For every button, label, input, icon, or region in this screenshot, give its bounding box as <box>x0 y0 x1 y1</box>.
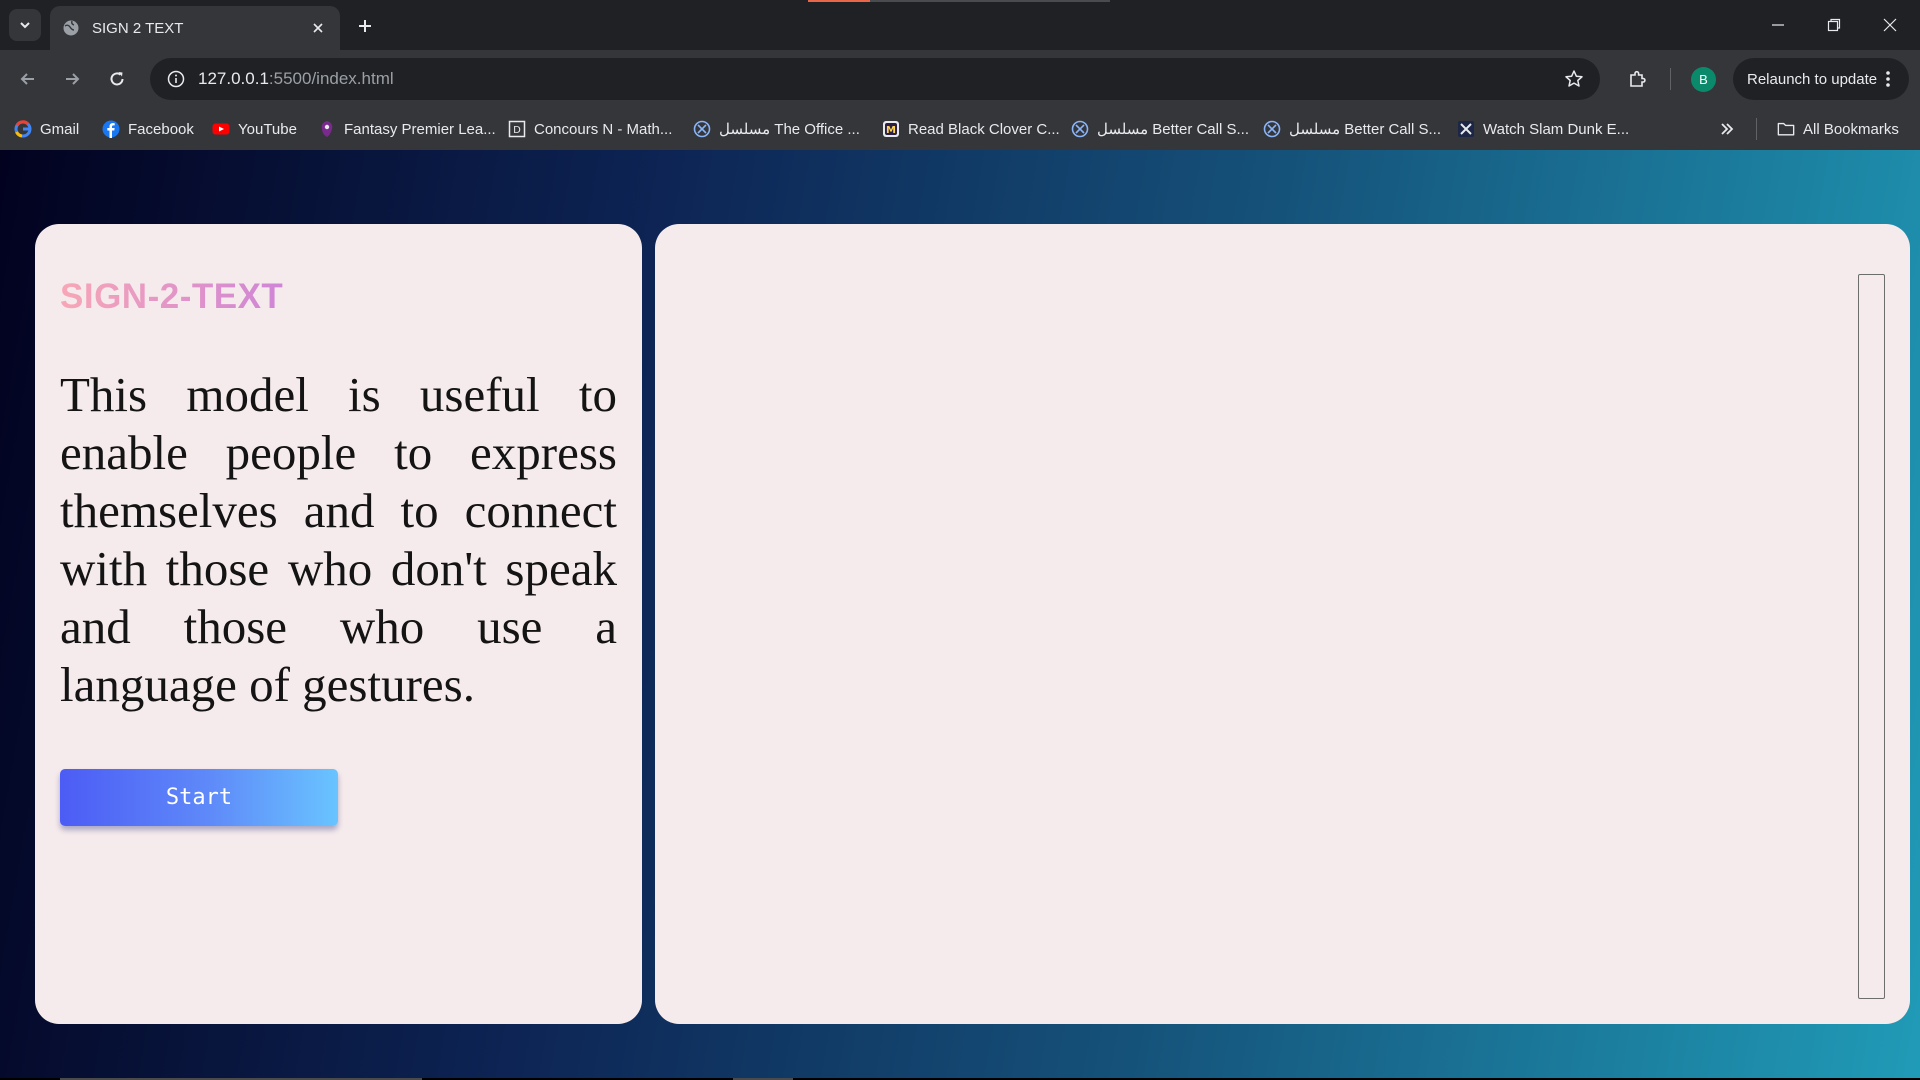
youtube-icon <box>212 120 230 138</box>
bookmark-gmail[interactable]: Gmail <box>14 108 79 150</box>
video-frame <box>1858 274 1885 999</box>
restore-icon <box>1827 18 1841 32</box>
streaming-icon <box>1071 120 1089 138</box>
bookmark-black-clover[interactable]: M Read Black Clover C... <box>882 108 1060 150</box>
bookmark-facebook[interactable]: Facebook <box>102 108 194 150</box>
more-menu-icon[interactable] <box>1879 70 1897 88</box>
extensions-button[interactable] <box>1623 64 1653 94</box>
document-icon: D <box>508 120 526 138</box>
url-path: :5500/index.html <box>268 69 394 88</box>
close-icon[interactable] <box>308 18 328 38</box>
streaming-icon <box>693 120 711 138</box>
bookmark-label: Watch Slam Dunk E... <box>1483 120 1630 138</box>
minimize-icon <box>1772 24 1784 26</box>
url-host: 127.0.0.1 <box>198 69 269 88</box>
google-icon <box>14 120 32 138</box>
bookmark-the-office[interactable]: مسلسل The Office ... <box>693 108 860 150</box>
start-button[interactable]: Start <box>60 769 338 826</box>
bookmark-youtube[interactable]: YouTube <box>212 108 297 150</box>
page-viewport: SIGN-2-TEXT This model is useful to enab… <box>0 150 1920 1080</box>
restore-button[interactable] <box>1806 0 1862 50</box>
bookmark-fantasy-premier-league[interactable]: Fantasy Premier Lea... <box>318 108 496 150</box>
bookmarks-overflow-button[interactable] <box>1714 116 1740 142</box>
puzzle-icon <box>1630 70 1646 87</box>
reload-icon <box>110 72 124 86</box>
svg-text:M: M <box>886 125 896 136</box>
profile-avatar[interactable]: B <box>1691 67 1716 92</box>
close-window-button[interactable] <box>1862 0 1918 50</box>
bookmark-better-call-saul-2[interactable]: مسلسل Better Call S... <box>1263 108 1441 150</box>
browser-toolbar: 127.0.0.1:5500/index.html B Relaunch to … <box>0 50 1920 108</box>
bookmark-slam-dunk[interactable]: Watch Slam Dunk E... <box>1457 108 1629 150</box>
double-chevron-right-icon <box>1721 123 1734 135</box>
site-info-icon[interactable] <box>164 67 188 91</box>
bookmark-concours[interactable]: D Concours N - Math... <box>508 108 672 150</box>
facebook-icon <box>102 120 120 138</box>
relaunch-button[interactable]: Relaunch to update <box>1733 58 1909 100</box>
minimize-button[interactable] <box>1750 0 1806 50</box>
bookmarks-bar: Gmail Facebook YouTube Fantasy Premier L… <box>0 108 1920 150</box>
svg-text:D: D <box>513 125 521 136</box>
tab-title: SIGN 2 TEXT <box>92 19 184 37</box>
camera-card <box>655 224 1910 1024</box>
streaming-icon <box>1263 120 1281 138</box>
bookmark-label: مسلسل Better Call S... <box>1097 121 1249 138</box>
bookmarks-divider <box>1756 118 1757 140</box>
plus-icon <box>359 20 371 32</box>
globe-icon <box>63 20 79 36</box>
folder-icon <box>1777 120 1795 138</box>
bookmark-label: Read Black Clover C... <box>908 120 1060 138</box>
bookmark-label: مسلسل Better Call S... <box>1289 121 1441 138</box>
arrow-left-icon <box>20 73 34 85</box>
bookmark-star-icon[interactable] <box>1562 67 1586 91</box>
arrow-right-icon <box>66 73 80 85</box>
anime-icon <box>1457 120 1475 138</box>
reload-button[interactable] <box>102 64 132 94</box>
chevron-down-icon <box>20 22 30 29</box>
premier-league-icon <box>318 120 336 138</box>
bookmark-label: Gmail <box>40 120 80 138</box>
all-bookmarks-label: All Bookmarks <box>1803 120 1899 138</box>
bookmark-label: Facebook <box>128 120 194 138</box>
bookmark-label: Concours N - Math... <box>534 120 673 138</box>
toolbar-divider <box>1670 68 1671 90</box>
url-text[interactable]: 127.0.0.1:5500/index.html <box>198 69 394 89</box>
loading-indicator <box>808 0 1110 2</box>
relaunch-label: Relaunch to update <box>1747 70 1878 88</box>
bookmark-label: YouTube <box>238 120 297 138</box>
new-tab-button[interactable] <box>352 13 378 39</box>
bookmark-label: Fantasy Premier Lea... <box>344 120 496 138</box>
bookmark-better-call-saul-1[interactable]: مسلسل Better Call S... <box>1071 108 1249 150</box>
brand-title: SIGN-2-TEXT <box>60 277 284 316</box>
back-button[interactable] <box>13 64 43 94</box>
address-bar[interactable]: 127.0.0.1:5500/index.html <box>150 58 1600 100</box>
browser-tabstrip: SIGN 2 TEXT <box>0 0 1920 50</box>
intro-card: SIGN-2-TEXT This model is useful to enab… <box>35 224 642 1024</box>
manga-icon: M <box>882 120 900 138</box>
close-icon <box>1883 18 1897 32</box>
forward-button[interactable] <box>57 64 87 94</box>
all-bookmarks-button[interactable]: All Bookmarks <box>1777 108 1899 150</box>
tab-search-button[interactable] <box>9 9 41 41</box>
bookmark-label: مسلسل The Office ... <box>719 121 860 138</box>
browser-tab[interactable]: SIGN 2 TEXT <box>50 6 340 50</box>
description-text: This model is useful to enable people to… <box>60 367 617 712</box>
